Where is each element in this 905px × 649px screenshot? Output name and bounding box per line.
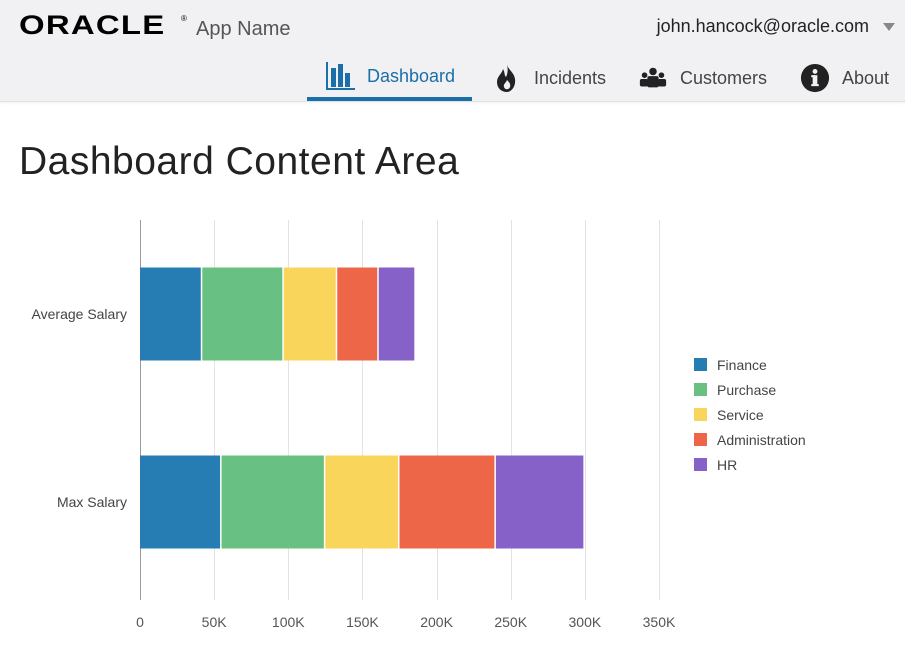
nav-label: Incidents bbox=[534, 67, 607, 88]
legend-item-hr[interactable]: HR bbox=[694, 452, 806, 477]
legend-item-finance[interactable]: Finance bbox=[694, 352, 806, 377]
fire-icon bbox=[492, 63, 522, 93]
bar-segment-service[interactable] bbox=[325, 455, 398, 549]
user-menu[interactable]: john.hancock@oracle.com bbox=[657, 16, 895, 37]
bar-chart-icon bbox=[325, 61, 355, 91]
legend-label: Purchase bbox=[717, 381, 777, 398]
oracle-logo[interactable]: ORACLE ® bbox=[19, 12, 187, 39]
nav-label: Customers bbox=[680, 67, 768, 88]
x-tick-label: 350K bbox=[643, 614, 676, 630]
legend-swatch bbox=[694, 458, 707, 471]
bar-segment-administration[interactable] bbox=[399, 455, 495, 549]
nav-tab-incidents[interactable]: Incidents bbox=[492, 55, 606, 101]
x-tick-label: 50K bbox=[202, 614, 228, 630]
nav-tab-dashboard[interactable]: Dashboard bbox=[307, 55, 472, 101]
chart-bars bbox=[140, 267, 584, 549]
caret-down-icon[interactable] bbox=[883, 22, 895, 31]
people-icon bbox=[638, 63, 668, 93]
app-header: ORACLE ® App Name john.hancock@oracle.co… bbox=[0, 0, 905, 102]
legend-swatch bbox=[694, 358, 707, 371]
bar-segment-administration[interactable] bbox=[337, 267, 378, 361]
bar-segment-service[interactable] bbox=[283, 267, 336, 361]
registered-mark: ® bbox=[181, 14, 187, 23]
nav-label: Dashboard bbox=[367, 65, 456, 86]
x-tick-label: 250K bbox=[494, 614, 527, 630]
bar-segment-hr[interactable] bbox=[495, 455, 584, 549]
legend-swatch bbox=[694, 408, 707, 421]
stacked-bar-chart: Average Salary Max Salary 0 50K 100K 150K 200… bbox=[32, 220, 676, 630]
category-label: Average Salary bbox=[32, 306, 127, 322]
chart-x-axis: 0 50K 100K 150K 200K 250K 300K 350K bbox=[136, 614, 676, 630]
legend-label: Service bbox=[717, 406, 764, 423]
legend-swatch bbox=[694, 383, 707, 396]
legend-item-purchase[interactable]: Purchase bbox=[694, 377, 806, 402]
legend-item-administration[interactable]: Administration bbox=[694, 427, 806, 452]
nav-label: About bbox=[842, 67, 890, 88]
x-tick-label: 300K bbox=[569, 614, 602, 630]
bar-segment-purchase[interactable] bbox=[221, 455, 324, 549]
nav-tab-customers[interactable]: Customers bbox=[638, 55, 767, 101]
x-tick-label: 0 bbox=[136, 614, 144, 630]
chart-legend: Finance Purchase Service Administration HR bbox=[694, 352, 806, 477]
app-name: App Name bbox=[196, 18, 291, 40]
bar-segment-finance[interactable] bbox=[140, 455, 221, 549]
bar-segment-hr[interactable] bbox=[378, 267, 415, 361]
legend-item-service[interactable]: Service bbox=[694, 402, 806, 427]
x-tick-label: 200K bbox=[420, 614, 453, 630]
legend-label: Finance bbox=[717, 356, 767, 373]
main-nav: Dashboard Incidents Customers About bbox=[0, 55, 905, 101]
brand-wordmark: ORACLE bbox=[19, 10, 166, 40]
nav-tab-about[interactable]: About bbox=[800, 55, 889, 101]
chart-category-labels: Average Salary Max Salary bbox=[32, 306, 127, 510]
category-label: Max Salary bbox=[57, 494, 127, 510]
x-tick-label: 150K bbox=[346, 614, 379, 630]
user-email: john.hancock@oracle.com bbox=[656, 16, 869, 36]
info-icon bbox=[800, 63, 830, 93]
bar-segment-finance[interactable] bbox=[140, 267, 201, 361]
x-tick-label: 100K bbox=[272, 614, 305, 630]
legend-swatch bbox=[694, 433, 707, 446]
legend-label: Administration bbox=[717, 431, 806, 448]
legend-label: HR bbox=[717, 456, 738, 473]
page-title: Dashboard Content Area bbox=[19, 140, 460, 183]
bar-segment-purchase[interactable] bbox=[202, 267, 283, 361]
